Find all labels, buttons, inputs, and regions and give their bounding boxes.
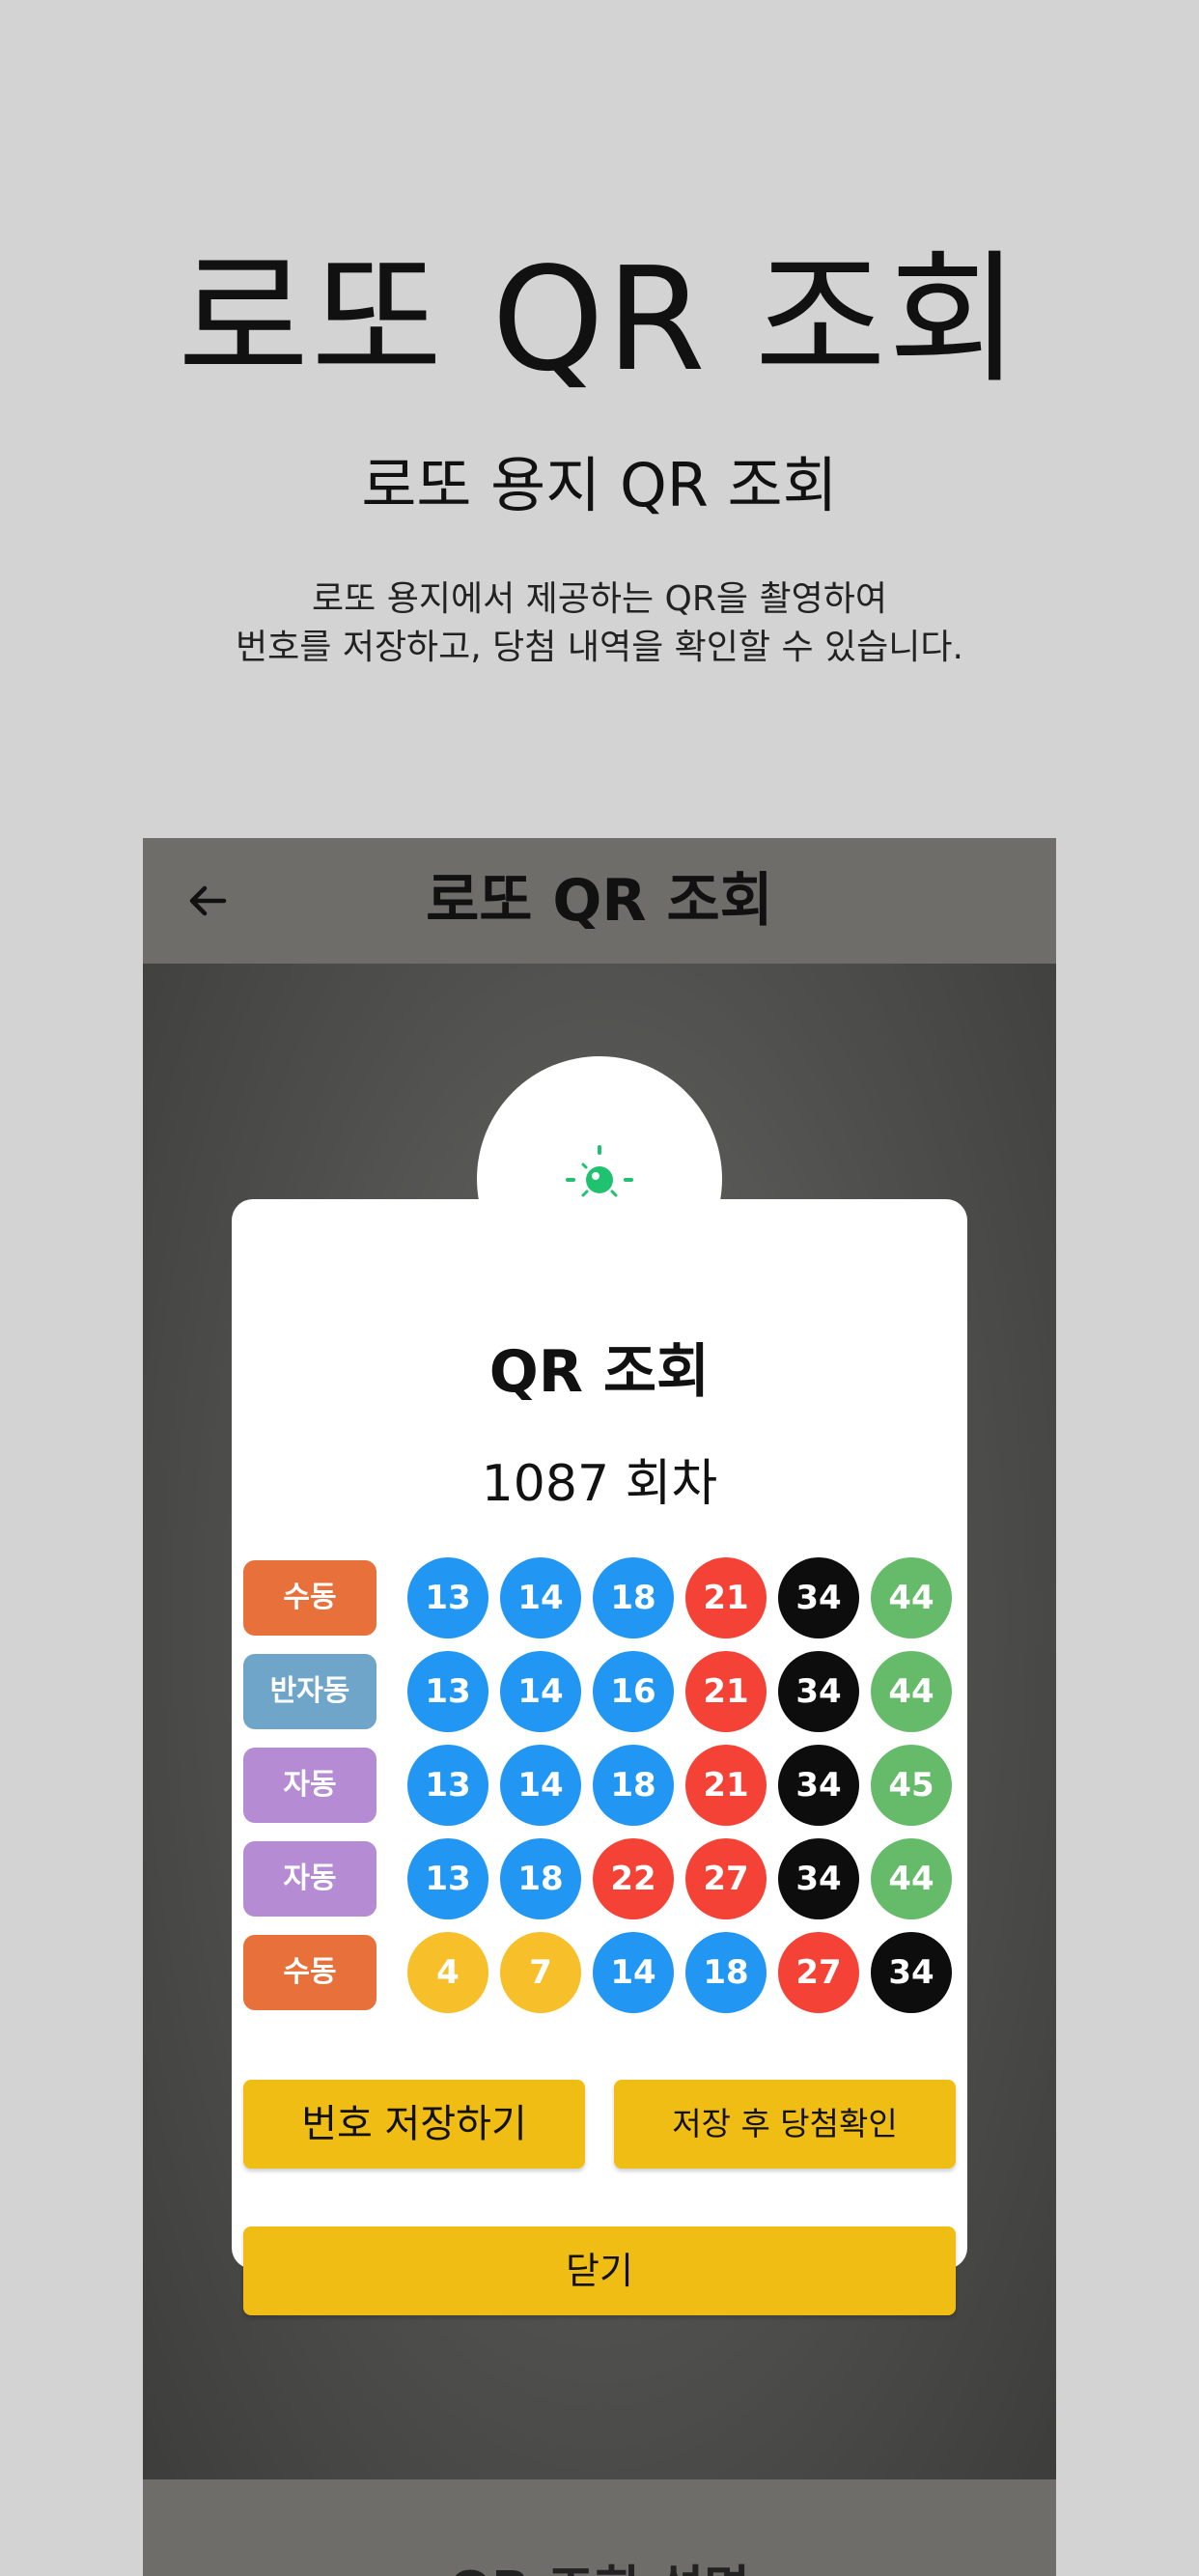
number-ball: 27	[685, 1838, 767, 1919]
round-number: 1087 회차	[481, 1455, 718, 1513]
number-ball: 14	[500, 1557, 581, 1638]
number-ball: 16	[593, 1651, 674, 1732]
number-ball: 13	[407, 1838, 488, 1919]
mode-tag: 자동	[243, 1748, 376, 1823]
number-rows: 수동 13 14 18 21 34 44 반자동 13 14 16 21 34 44 자동 13 14 18 21 3…	[243, 1554, 958, 2023]
save-numbers-button[interactable]: 번호 저장하기	[243, 2080, 585, 2169]
mode-tag: 반자동	[243, 1654, 376, 1729]
promo-description: 로또 용지에서 제공하는 QR을 촬영하여 번호를 저장하고, 당첨 내역을 확…	[0, 575, 1199, 672]
number-ball: 14	[593, 1932, 674, 2013]
number-ball: 34	[778, 1651, 859, 1732]
mode-tag: 수동	[243, 1560, 376, 1636]
number-ball: 4	[407, 1932, 488, 2013]
app-bar: 로또 QR 조회	[143, 838, 1056, 964]
number-ball: 18	[593, 1557, 674, 1638]
app-bar-title: 로또 QR 조회	[426, 867, 773, 935]
number-ball: 18	[685, 1932, 767, 2013]
number-ball: 44	[871, 1557, 952, 1638]
promo-description-line: 로또 용지에서 제공하는 QR을 촬영하여	[312, 579, 887, 619]
promo-subtitle: 로또 용지 QR 조회	[361, 450, 838, 520]
promo-title: 로또 QR 조회	[177, 237, 1022, 403]
number-ball: 13	[407, 1651, 488, 1732]
number-ball: 13	[407, 1745, 488, 1826]
number-ball: 34	[778, 1745, 859, 1826]
number-ball: 14	[500, 1745, 581, 1826]
mode-tag: 수동	[243, 1935, 376, 2010]
number-row: 수동 4 7 14 18 27 34	[243, 1929, 958, 2023]
number-ball: 21	[685, 1745, 767, 1826]
number-ball: 27	[778, 1932, 859, 2013]
number-ball: 18	[500, 1838, 581, 1919]
number-ball: 45	[871, 1745, 952, 1826]
number-ball: 34	[778, 1557, 859, 1638]
number-ball: 7	[500, 1932, 581, 2013]
close-button[interactable]: 닫기	[243, 2226, 956, 2315]
dialog-title: QR 조회	[488, 1338, 711, 1406]
number-ball: 14	[500, 1651, 581, 1732]
number-ball: 21	[685, 1557, 767, 1638]
number-row: 수동 13 14 18 21 34 44	[243, 1554, 958, 1648]
number-row: 자동 13 14 18 21 34 45	[243, 1742, 958, 1835]
number-ball: 44	[871, 1651, 952, 1732]
bottom-bar-label: QR 조회 설명	[143, 2549, 1056, 2576]
phone-screen: 로또 QR 조회 QR 조회 1087 회차 수동 13 14 18 21 34 44 반자동…	[143, 838, 1056, 2576]
number-ball: 13	[407, 1557, 488, 1638]
bottom-bar: QR 조회 설명	[143, 2479, 1056, 2576]
number-ball: 34	[871, 1932, 952, 2013]
promo-description-line: 번호를 저장하고, 당첨 내역을 확인할 수 있습니다.	[236, 628, 963, 667]
number-ball: 18	[593, 1745, 674, 1826]
qr-result-dialog: QR 조회 1087 회차 수동 13 14 18 21 34 44 반자동 13 14 16 21 3…	[232, 1199, 967, 2315]
number-row: 자동 13 18 22 27 34 44	[243, 1835, 958, 1929]
number-ball: 34	[778, 1838, 859, 1919]
save-and-check-button[interactable]: 저장 후 당첨확인	[614, 2080, 956, 2169]
number-ball: 22	[593, 1838, 674, 1919]
number-row: 반자동 13 14 16 21 34 44	[243, 1648, 958, 1742]
mode-tag: 자동	[243, 1841, 376, 1917]
number-ball: 21	[685, 1651, 767, 1732]
number-ball: 44	[871, 1838, 952, 1919]
